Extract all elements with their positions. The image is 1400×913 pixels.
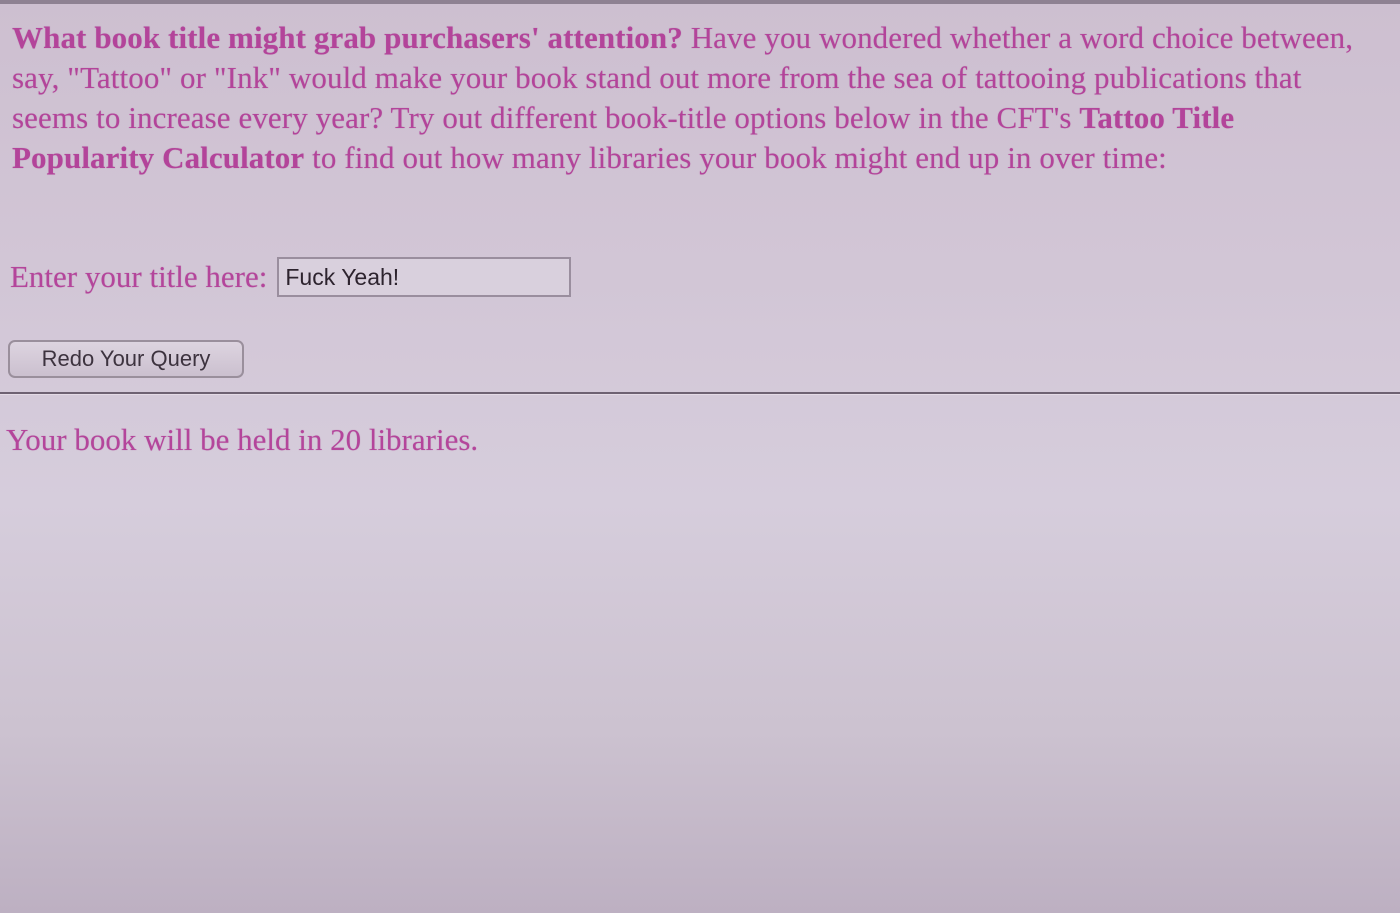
intro-bold-lead: What book title might grab purchasers' a… [12, 20, 683, 55]
horizontal-rule [0, 392, 1400, 395]
intro-paragraph: What book title might grab purchasers' a… [12, 18, 1382, 178]
redo-query-button[interactable]: Redo Your Query [8, 340, 244, 378]
page: What book title might grab purchasers' a… [0, 0, 1400, 913]
title-input[interactable] [277, 257, 572, 297]
title-form-row: Enter your title here: [10, 256, 572, 298]
result-text: Your book will be held in 20 libraries. [6, 422, 479, 457]
title-input-label: Enter your title here: [10, 259, 268, 294]
top-border [0, 0, 1400, 4]
intro-text-2: to find out how many libraries your book… [304, 140, 1167, 175]
